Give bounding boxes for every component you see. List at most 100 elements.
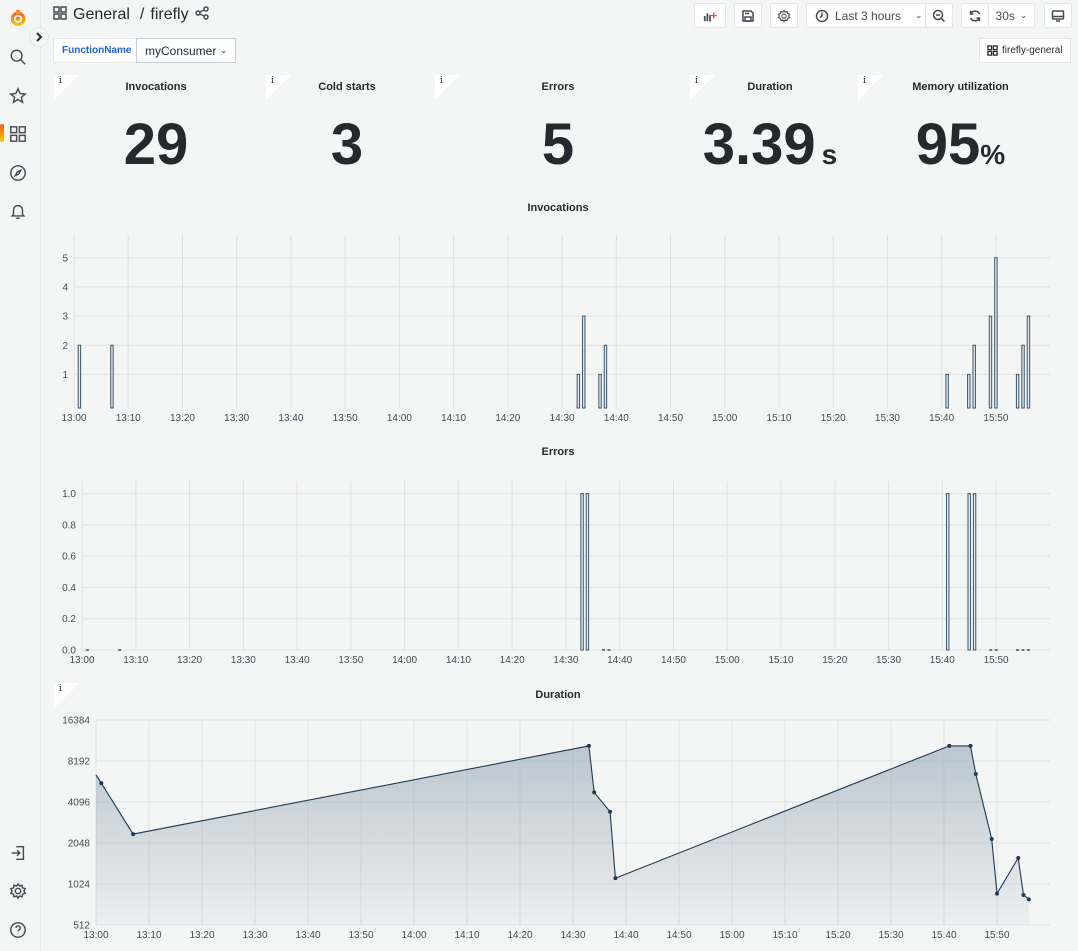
x-tick-label: 13:00 [61, 413, 86, 424]
data-point [608, 809, 613, 814]
y-tick-label: 0.4 [62, 583, 76, 594]
x-tick-label: 13:10 [136, 930, 161, 941]
stat-value: 3 [330, 112, 364, 177]
x-tick-label: 15:30 [878, 930, 903, 941]
y-tick-label: 1 [62, 370, 68, 381]
search-icon[interactable] [8, 47, 28, 67]
dashboard-title[interactable]: firefly [150, 6, 188, 24]
bar [945, 373, 949, 409]
variable-label: FunctionName [53, 38, 141, 63]
x-tick-label: 15:30 [875, 413, 900, 424]
bar [1021, 344, 1025, 409]
data-point [995, 891, 999, 896]
x-tick-label: 14:10 [454, 930, 479, 941]
y-tick-label: 1.0 [62, 489, 76, 500]
share-icon[interactable] [194, 5, 209, 25]
x-tick-label: 14:10 [446, 655, 471, 666]
time-range-picker[interactable]: Last 3 hours ⌄ [806, 3, 926, 28]
dashboard-settings-button[interactable] [770, 3, 798, 28]
refresh-interval-picker[interactable]: 30s ⌄ [988, 3, 1035, 28]
sidebar [0, 0, 41, 951]
stat-value: 5 [541, 112, 575, 177]
x-tick-label: 15:10 [768, 655, 793, 666]
bar [945, 493, 950, 651]
gear-icon[interactable] [8, 881, 28, 901]
invocations-chart[interactable]: 13:00 13:10 13:20 13:30 13:40 13:50 14:00 14:10… [53, 222, 1063, 432]
x-tick-label: 14:50 [658, 413, 683, 424]
x-tick-label: 13:40 [278, 413, 303, 424]
bar [967, 493, 971, 651]
data-point [1026, 897, 1031, 902]
y-tick-label: 1024 [68, 880, 91, 891]
bar [972, 344, 976, 409]
x-tick-label: 14:30 [560, 930, 585, 941]
bar [988, 315, 993, 409]
x-tick-label: 14:00 [392, 655, 417, 666]
stat-title: Duration [747, 81, 793, 93]
duration-chart[interactable]: 13:00 13:10 13:20 13:30 13:40 13:50 14:00 14:10… [53, 708, 1063, 951]
bar [580, 493, 584, 651]
errors-chart[interactable]: 13:00 13:10 13:20 13:30 13:40 13:50 14:00 14:10… [53, 466, 1063, 676]
expand-sidebar-button[interactable] [29, 27, 49, 47]
save-dashboard-button[interactable] [734, 3, 762, 28]
gear-icon [777, 8, 791, 23]
x-tick-label: 13:20 [177, 655, 202, 666]
x-tick-label: 15:00 [719, 930, 744, 941]
tv-mode-button[interactable] [1044, 3, 1072, 28]
y-tick-label: 3 [62, 312, 68, 323]
x-tick-label: 13:40 [285, 655, 310, 666]
y-tick-label: 0.0 [62, 646, 76, 657]
bar [603, 344, 608, 409]
dashboards-grid-icon[interactable] [8, 124, 28, 144]
duration-chart-title: Duration [535, 689, 581, 701]
dashboard-link-label: firefly-general [1002, 45, 1063, 56]
breadcrumb-folder[interactable]: General [73, 6, 130, 24]
refresh-interval-label: 30s [995, 8, 1015, 23]
data-point [1016, 855, 1021, 860]
x-tick-label: 15:50 [984, 655, 1009, 666]
stat-title: Errors [541, 81, 575, 93]
function-name-select[interactable]: myConsumer ⌄ [136, 38, 237, 63]
bar [585, 493, 590, 651]
grafana-logo[interactable] [8, 8, 28, 28]
x-tick-label: 15:50 [984, 930, 1009, 941]
clock-icon [815, 9, 829, 22]
zoom-out-button[interactable] [925, 3, 953, 28]
refresh-button[interactable] [961, 3, 989, 28]
y-tick-label: 0.8 [62, 520, 76, 531]
x-tick-label: 13:10 [123, 655, 148, 666]
breadcrumb-separator: / [139, 6, 145, 23]
chevron-down-icon: ⌄ [220, 46, 228, 55]
y-tick-label: 2048 [68, 839, 91, 850]
x-tick-label: 14:30 [550, 413, 575, 424]
add-panel-button[interactable] [694, 3, 726, 28]
save-icon [742, 9, 754, 22]
stat-title: Cold starts [318, 81, 376, 93]
data-point [131, 832, 136, 837]
monitor-icon [1051, 9, 1065, 22]
y-tick-label: 512 [73, 921, 90, 932]
data-point [1021, 893, 1026, 898]
bell-icon[interactable] [8, 201, 28, 221]
function-name-value: myConsumer [145, 43, 217, 58]
sign-in-icon[interactable] [8, 843, 28, 863]
errors-chart-title: Errors [541, 446, 575, 458]
bar [967, 373, 971, 409]
x-tick-label: 14:00 [387, 413, 412, 424]
add-panel-icon [703, 12, 717, 21]
dashboard-link-button[interactable]: firefly-general [979, 38, 1071, 63]
data-point [947, 743, 952, 748]
x-tick-label: 13:50 [333, 413, 358, 424]
x-tick-label: 13:00 [83, 930, 108, 941]
star-icon[interactable] [8, 86, 28, 106]
x-tick-label: 13:20 [189, 930, 214, 941]
y-tick-label: 0.6 [62, 552, 76, 563]
help-icon[interactable] [8, 920, 28, 940]
dashboards-grid-icon [987, 45, 998, 56]
invocations-chart-title: Invocations [527, 202, 589, 214]
x-tick-label: 14:50 [661, 655, 686, 666]
y-tick-label: 5 [62, 253, 68, 264]
bar [77, 344, 82, 409]
compass-icon[interactable] [8, 163, 28, 183]
stat-panel-cold-starts: i Cold starts 3 [266, 75, 428, 185]
